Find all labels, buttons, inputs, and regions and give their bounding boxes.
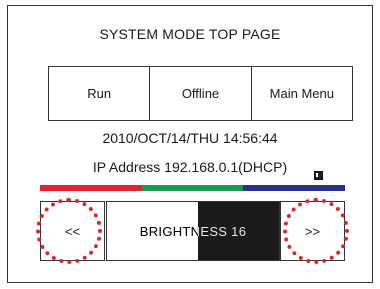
brightness-display[interactable]: BRIGHTNESS 16 — [106, 201, 280, 261]
battery-icon — [314, 171, 323, 180]
run-button[interactable]: Run — [49, 67, 151, 120]
previous-button[interactable]: << — [40, 201, 105, 261]
color-bar-green — [141, 185, 244, 191]
brightness-label: BRIGHTNESS 16 — [139, 223, 247, 239]
color-bar — [40, 185, 346, 191]
color-bar-blue — [243, 185, 346, 191]
next-button[interactable]: >> — [280, 201, 345, 261]
color-bar-red — [40, 185, 142, 191]
main-menu-button[interactable]: Main Menu — [252, 67, 352, 120]
page-title: SYSTEM MODE TOP PAGE — [99, 26, 281, 42]
offline-button[interactable]: Offline — [150, 67, 252, 120]
brightness-control-row: << BRIGHTNESS 16 >> — [40, 201, 345, 261]
datetime-display: 2010/OCT/14/THU 14:56:44 — [102, 130, 278, 146]
main-menu-bar: Run Offline Main Menu — [48, 66, 353, 121]
